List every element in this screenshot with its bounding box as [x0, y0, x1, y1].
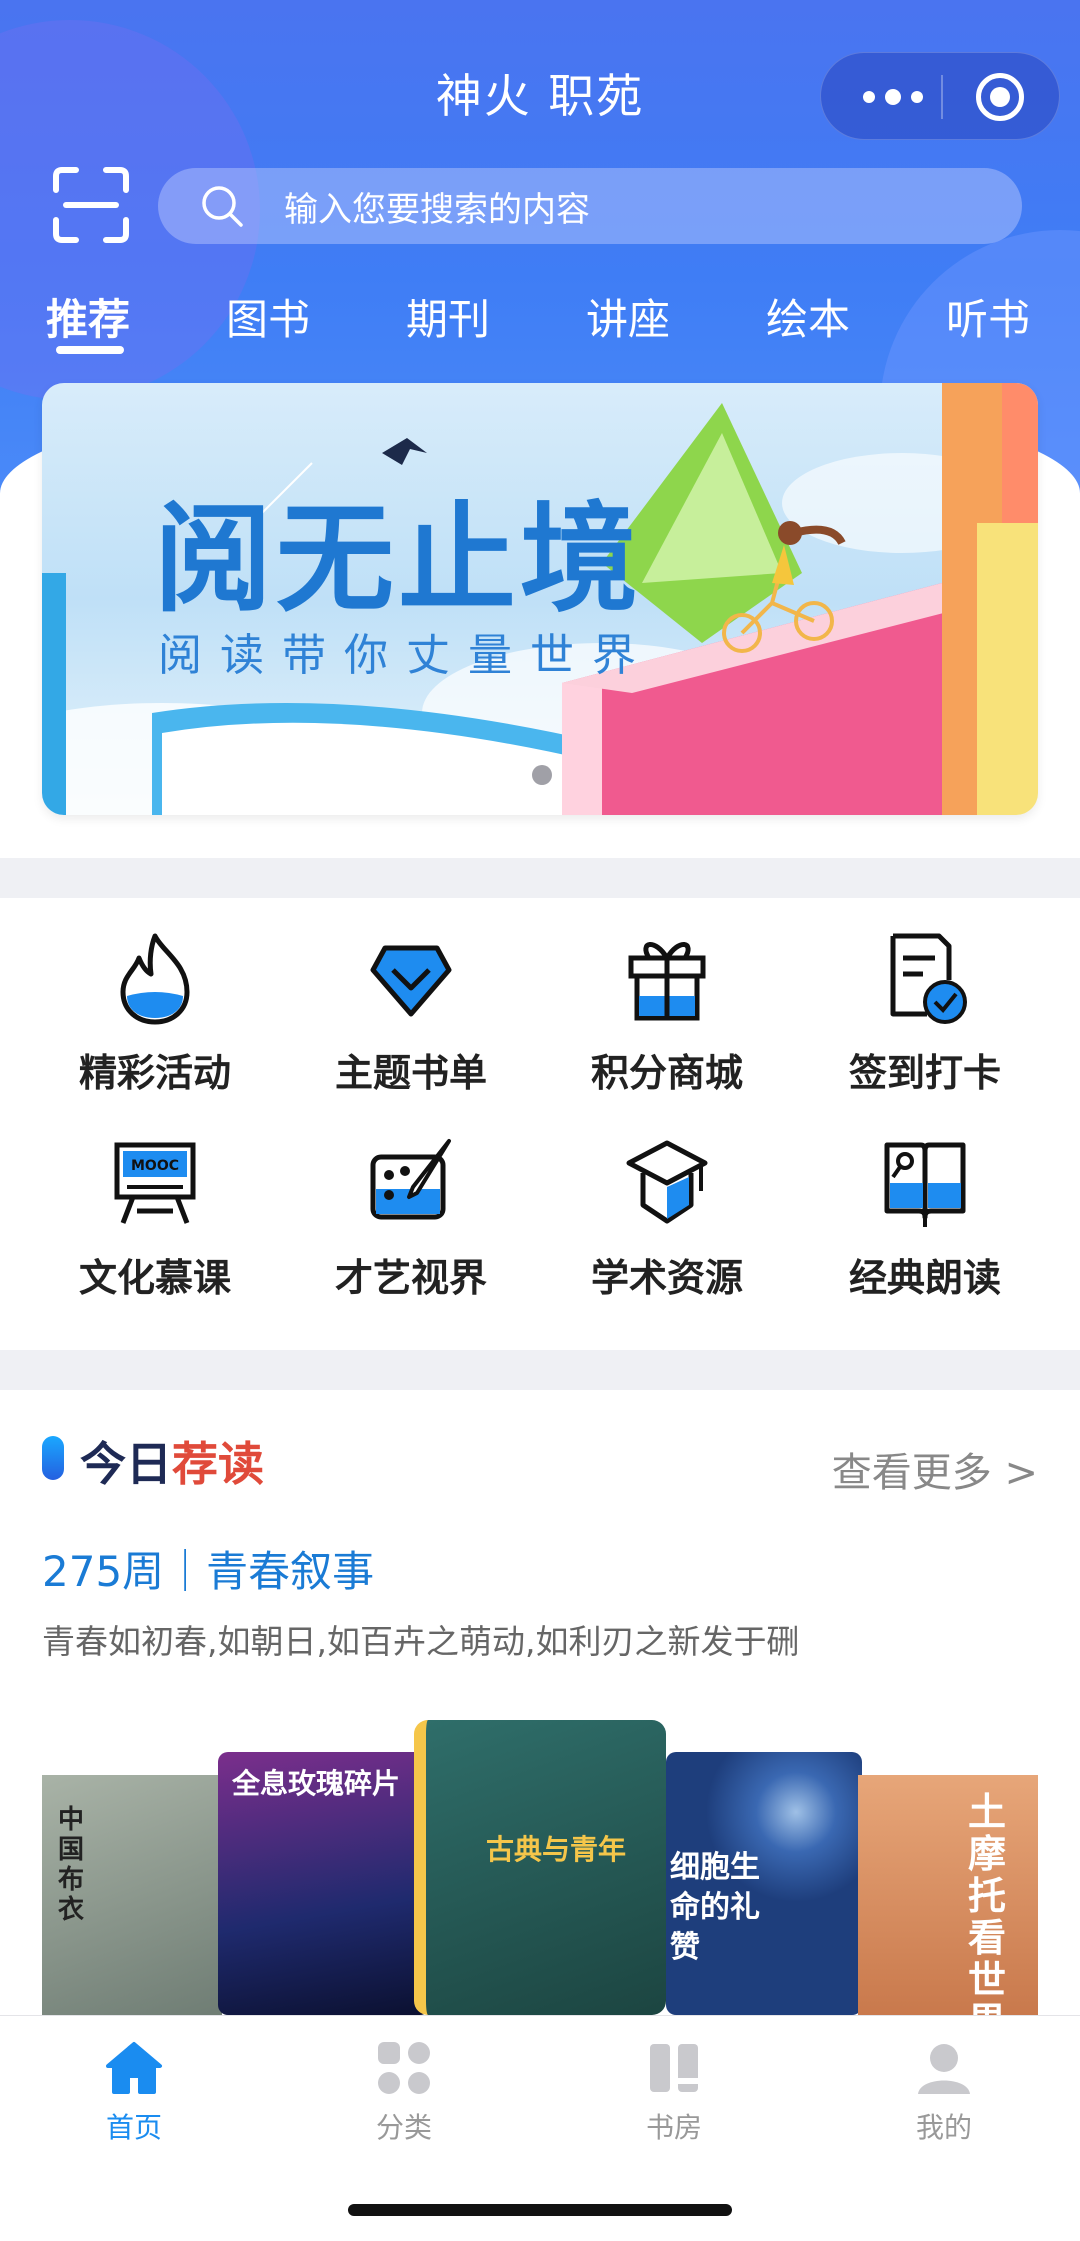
category-icon: [378, 2042, 430, 2094]
tab-audiobooks[interactable]: 听书: [946, 286, 1030, 347]
tab-recommend[interactable]: 推荐: [46, 286, 130, 347]
search-input[interactable]: 输入您要搜索的内容: [158, 168, 1022, 244]
active-tab-indicator: [56, 346, 124, 354]
mooc-icon: MOOC: [114, 1142, 196, 1224]
more-options-icon[interactable]: [863, 85, 923, 109]
promo-banner[interactable]: 阅无止境 阅读带你丈量世界: [42, 383, 1038, 815]
tabbar-label: 书房: [645, 2111, 702, 2144]
section-accent-bar: [42, 1436, 64, 1480]
feature-label: 主题书单: [334, 1051, 487, 1095]
tabbar-home[interactable]: 首页: [74, 2038, 194, 2146]
book-cover[interactable]: 中国布衣: [42, 1775, 222, 2015]
feature-classic-reading[interactable]: 经典朗读: [790, 1135, 1060, 1315]
close-miniprogram-icon[interactable]: [976, 73, 1024, 121]
feature-theme-booklist[interactable]: 主题书单: [276, 930, 546, 1110]
weekly-theme-title[interactable]: 275周｜青春叙事: [42, 1538, 374, 1599]
carousel-indicator: [532, 765, 552, 785]
search-icon: [202, 186, 243, 227]
book-cover[interactable]: 土摩托看世界: [858, 1775, 1038, 2015]
user-icon: [918, 2044, 970, 2094]
feature-label: 文化慕课: [78, 1256, 231, 1300]
feature-academic-resources[interactable]: 学术资源: [532, 1135, 802, 1315]
feature-checkin[interactable]: 签到打卡: [790, 930, 1060, 1110]
feature-label: 经典朗读: [848, 1256, 1001, 1300]
section-divider: [0, 858, 1080, 898]
book-carousel: 中国布衣 全息玫瑰碎片 古典与青年 细胞生命的礼赞 土摩托看世界: [42, 1720, 1038, 2015]
home-indicator: [348, 2204, 732, 2216]
banner-title: 阅无止境: [154, 489, 643, 628]
feature-label: 学术资源: [590, 1256, 743, 1300]
feature-label: 才艺视界: [334, 1256, 487, 1300]
feature-label: 积分商城: [590, 1051, 743, 1095]
tab-lectures[interactable]: 讲座: [586, 286, 670, 347]
banner-subtitle: 阅读带你丈量世界: [158, 630, 654, 681]
tab-journals[interactable]: 期刊: [406, 286, 490, 347]
feature-points-mall[interactable]: 积分商城: [532, 930, 802, 1110]
scan-icon[interactable]: [52, 166, 130, 244]
feature-mooc[interactable]: MOOC 文化慕课: [20, 1135, 290, 1315]
tabbar-study[interactable]: 书房: [614, 2038, 734, 2146]
tab-books[interactable]: 图书: [226, 286, 310, 347]
graduation-cap-icon: [626, 1140, 708, 1224]
tabbar-profile[interactable]: 我的: [884, 2038, 1004, 2146]
gift-icon: [628, 942, 706, 1021]
tabbar-label: 我的: [915, 2111, 972, 2144]
svg-text:MOOC: MOOC: [131, 1158, 179, 1174]
view-more-link[interactable]: 查看更多 >: [832, 1440, 1038, 1498]
flame-icon: [120, 933, 190, 1025]
checkin-icon: [890, 933, 967, 1024]
open-book-mic-icon: [884, 1142, 966, 1227]
feature-activities[interactable]: 精彩活动: [20, 930, 290, 1110]
capsule-divider: [941, 75, 943, 119]
book-cover[interactable]: 全息玫瑰碎片: [218, 1752, 430, 2015]
feature-talent-vision[interactable]: 才艺视界: [276, 1135, 546, 1315]
section-divider: [0, 1350, 1080, 1390]
home-icon: [106, 2042, 162, 2094]
miniprogram-capsule: [820, 52, 1060, 140]
category-tabs: 推荐 图书 期刊 讲座 绘本 听书: [0, 286, 1080, 366]
book-cover[interactable]: 细胞生命的礼赞: [666, 1752, 862, 2015]
tabbar-label: 首页: [105, 2111, 162, 2144]
tab-picture-books[interactable]: 绘本: [766, 286, 850, 347]
palette-icon: [370, 1139, 451, 1220]
book-cover[interactable]: 古典与青年: [414, 1720, 666, 2015]
recommend-title: 今日荐读: [80, 1437, 264, 1491]
diamond-icon: [370, 945, 452, 1017]
bookshelf-icon: [650, 2044, 698, 2092]
search-placeholder: 输入您要搜索的内容: [284, 189, 590, 230]
tabbar-category[interactable]: 分类: [344, 2038, 464, 2146]
weekly-theme-description: 青春如初春,如朝日,如百卉之萌动,如利刃之新发于硎: [42, 1622, 800, 1661]
feature-label: 精彩活动: [78, 1051, 231, 1095]
tabbar-label: 分类: [375, 2111, 432, 2144]
feature-label: 签到打卡: [848, 1051, 1001, 1095]
